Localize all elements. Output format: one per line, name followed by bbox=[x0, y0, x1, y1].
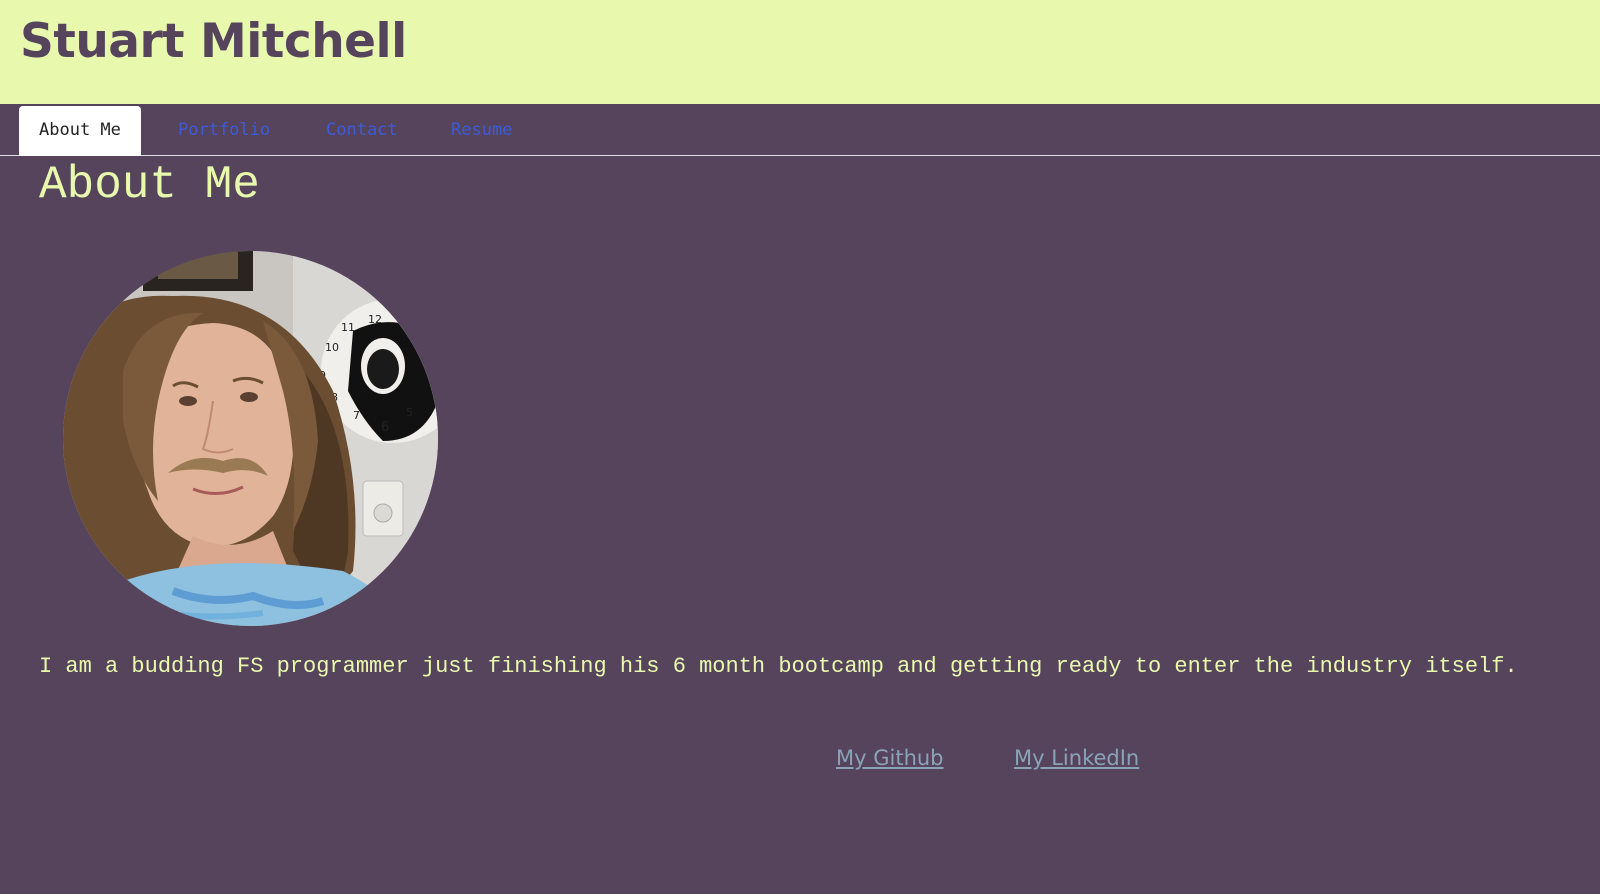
linkedin-link[interactable]: My LinkedIn bbox=[1014, 746, 1139, 770]
avatar-photo: 12 11 10 9 8 7 6 5 bbox=[63, 251, 438, 626]
tab-about-me[interactable]: About Me bbox=[19, 106, 141, 156]
site-header: Stuart Mitchell bbox=[0, 0, 1600, 104]
clock-number-11: 11 bbox=[341, 321, 355, 334]
section-title: About Me bbox=[39, 159, 260, 211]
clock-number-6: 6 bbox=[381, 420, 389, 435]
clock-number-12: 12 bbox=[368, 313, 382, 326]
tab-contact[interactable]: Contact bbox=[306, 106, 418, 156]
bio-text: I am a budding FS programmer just finish… bbox=[39, 654, 1518, 679]
clock-number-10: 10 bbox=[325, 341, 339, 354]
tab-resume[interactable]: Resume bbox=[431, 106, 532, 156]
site-title: Stuart Mitchell bbox=[20, 14, 407, 69]
github-link[interactable]: My Github bbox=[836, 746, 944, 770]
clock-number-7: 7 bbox=[353, 409, 360, 422]
clock-number-5: 5 bbox=[406, 406, 413, 419]
tab-portfolio[interactable]: Portfolio bbox=[158, 106, 290, 156]
nav-tabs: About Me Portfolio Contact Resume bbox=[0, 104, 1600, 156]
